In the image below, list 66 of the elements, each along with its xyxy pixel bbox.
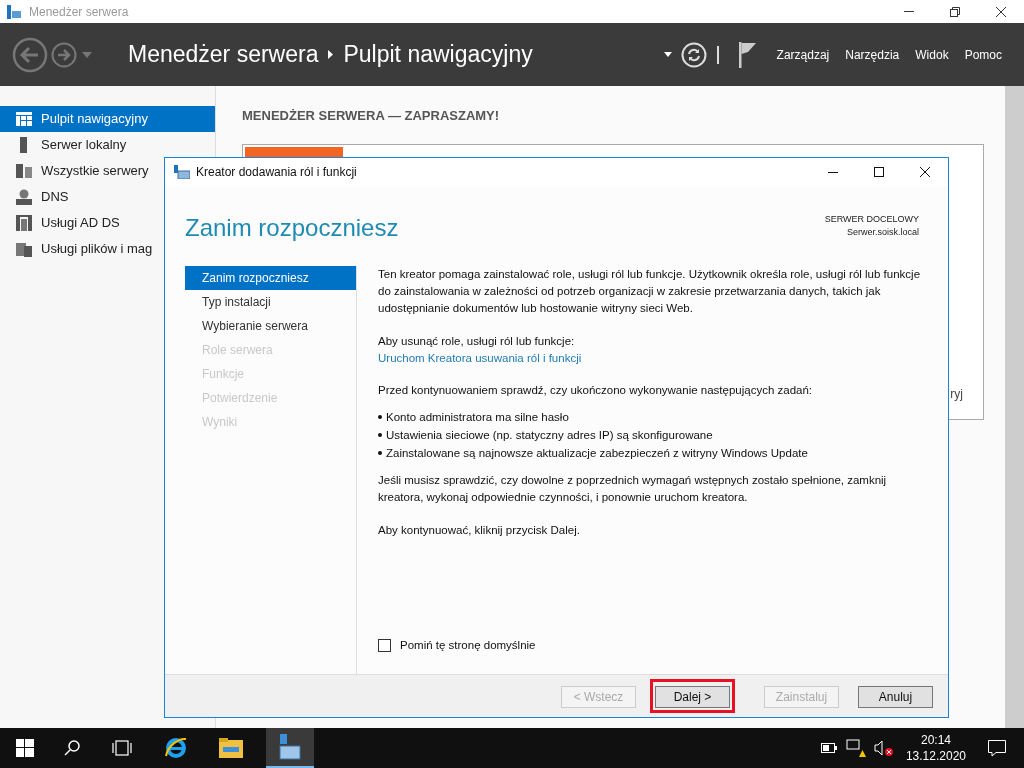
forward-icon[interactable] [51,41,77,68]
menu-item[interactable]: Zarządzaj [776,45,830,64]
target-server: Serwer.soisk.local [846,226,919,239]
speaker-muted-icon[interactable] [873,739,894,757]
flag-icon[interactable] [738,41,757,68]
bullet-icon [378,451,382,455]
note-paragraph: Jeśli musisz sprawdzić, czy dowolne z poprzednich wymagań wstępnych zostało spełnione, zamknij kreatora, wykonaj odpowiednie czynności, i ponownie uruchom kreatora. [378,473,888,505]
clock[interactable]: 20:14 13.12.2020 [905,732,966,764]
bullet-text: Ustawienia sieciowe (np. statyczny adres IP) są skonfigurowane [386,428,713,443]
bullet-text: Konto administratora ma silne hasło [386,410,569,425]
close-icon [920,167,930,177]
check-label: Przed kontynuowaniem sprawdź, czy ukończono wykonywanie następujących zadań: [378,383,814,398]
windows-start-icon[interactable] [16,739,34,757]
back-icon[interactable] [12,36,48,73]
checkbox-label: Pomiń tę stronę domyślnie [400,638,536,653]
target-label: SERWER DOCELOWY [824,213,919,226]
folder-icon[interactable] [219,738,243,758]
notification-icon[interactable] [988,739,1006,757]
close-icon [996,6,1006,17]
menu-item[interactable]: Widok [915,45,949,64]
menu-item[interactable]: Narzędzia [845,45,900,64]
breadcrumb-separator-icon [328,50,334,59]
wizard-app-icon [174,165,190,179]
continue-text: Aby kontynuować, kliknij przycisk Dalej. [378,523,581,538]
window-title: Menedżer serwera [29,3,129,21]
dropdown-icon[interactable] [663,52,672,57]
wizard-step[interactable]: Zanim rozpoczniesz [185,266,356,290]
maximize-icon [874,167,884,177]
remove-label: Aby usunąć role, usługi ról lub funkcje: [378,334,576,349]
server-manager-icon [278,734,302,760]
globe-server-icon [16,189,32,205]
menu-item[interactable]: Pomoc [964,45,1002,64]
refresh-icon[interactable] [680,41,707,68]
scrollbar[interactable] [1005,86,1024,728]
bullet-text: Zainstalowane są najnowsze aktualizacje zabezpieczeń z witryny Windows Update [386,446,808,461]
bullet-icon [378,433,382,437]
wizard-step[interactable]: Wybieranie serwera [185,314,356,338]
wizard-button[interactable]: Dalej > [655,686,730,708]
bullet-icon [378,415,382,419]
dialog-title: Kreator dodawania ról i funkcji [196,164,357,181]
directory-icon [16,215,32,231]
tile-text: ryj [950,385,963,403]
wizard-step[interactable]: Typ instalacji [185,290,356,314]
sidebar-item[interactable]: DNS [0,184,215,210]
wizard-button[interactable]: Anuluj [858,686,933,708]
folder-server-icon [16,241,32,257]
minimize-icon [828,171,838,173]
dashboard-heading: MENEDŻER SERWERA — ZAPRASZAMY! [242,107,501,125]
intro-paragraph: Ten kreator pomaga zainstalować role, usługi ról lub funkcje. Użytkownik określa role, usługi ról lub funkcje do zainstalowania w zależności od potrzeb organizacji w zakresie przetwarzania danych, takich jak udostępnianie dokumentów lub hostowanie witryny sieci Web. [378,267,922,316]
restore-icon [950,6,960,17]
servers-icon [16,164,32,178]
skip-checkbox[interactable] [378,639,391,652]
dashboard-grid-icon [16,112,32,126]
task-view-icon[interactable] [112,740,132,756]
breadcrumb-item[interactable]: Menedżer serwera [128,37,319,72]
app-icon [7,4,21,19]
minimize-icon [904,11,914,12]
remove-wizard-link[interactable]: Uruchom Kreatora usuwania ról i funkcji [378,350,582,367]
battery-icon[interactable] [820,743,837,753]
search-icon[interactable] [64,740,80,756]
breadcrumb-item[interactable]: Pulpit nawigacyjny [343,37,533,72]
server-manager-taskbar-button[interactable] [266,728,314,768]
sidebar-item[interactable]: Pulpit nawigacyjny [0,106,215,132]
sidebar-item[interactable]: Serwer lokalny [0,132,215,158]
browser-e-icon[interactable] [164,736,188,760]
network-warning-icon[interactable] [845,739,866,757]
